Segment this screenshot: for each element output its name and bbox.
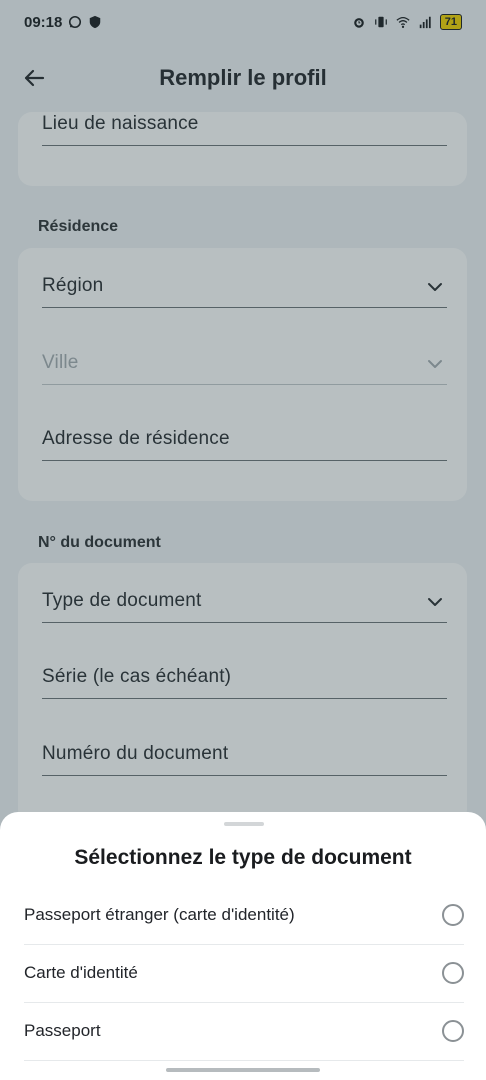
gesture-nav-bar[interactable] <box>166 1068 320 1072</box>
option-label: Passeport étranger (carte d'identité) <box>24 905 295 924</box>
option-foreign-passport[interactable]: Passeport étranger (carte d'identité) <box>0 887 486 945</box>
sheet-drag-handle[interactable] <box>224 822 264 826</box>
option-label: Carte d'identité <box>24 963 138 982</box>
document-type-sheet: Sélectionnez le type de document Passepo… <box>0 812 486 1080</box>
option-label: Passeport <box>24 1021 101 1040</box>
sheet-title: Sélectionnez le type de document <box>74 846 412 869</box>
radio-button[interactable] <box>442 1020 464 1042</box>
radio-button[interactable] <box>442 962 464 984</box>
divider <box>24 1060 464 1061</box>
option-id-card[interactable]: Carte d'identité <box>0 945 486 1003</box>
option-passport[interactable]: Passeport <box>0 1003 486 1061</box>
radio-button[interactable] <box>442 904 464 926</box>
